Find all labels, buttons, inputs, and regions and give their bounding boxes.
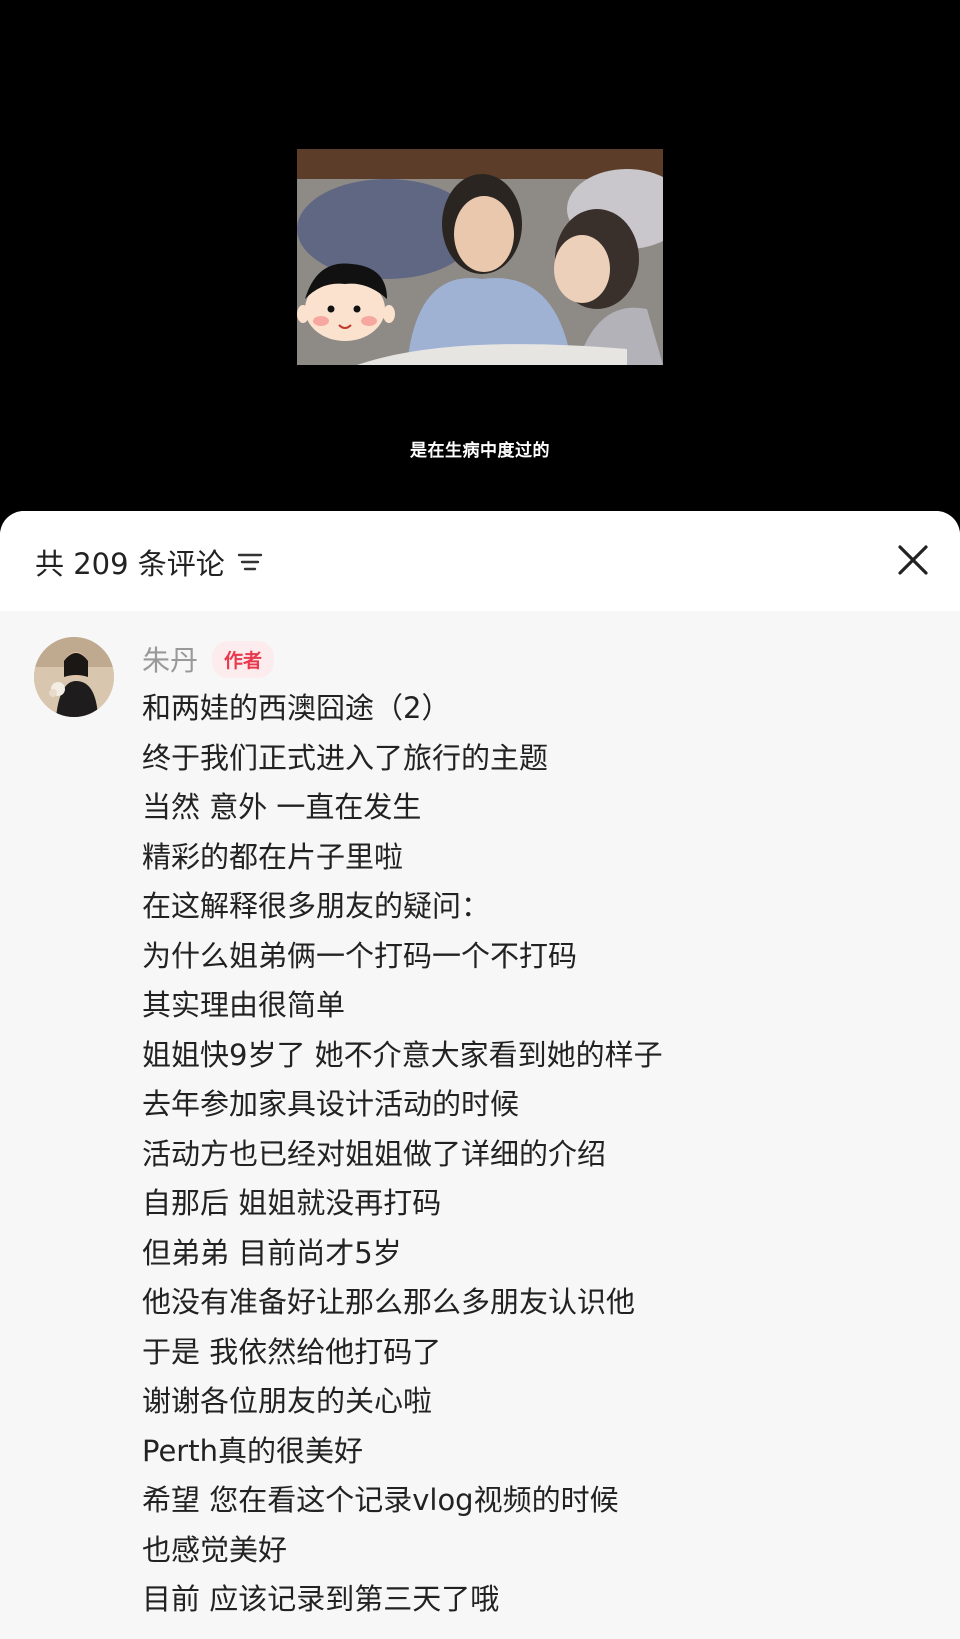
comment-text-line: 终于我们正式进入了旅行的主题 xyxy=(142,740,549,775)
video-subtitle: 是在生病中度过的 xyxy=(410,441,550,461)
sort-lines-icon xyxy=(237,553,262,571)
comment-text-line: 目前 应该记录到第三天了哦 xyxy=(142,1582,500,1616)
comment-count-sort-control[interactable]: 共 209 条评论 xyxy=(35,541,263,583)
comment-text-line: 姐姐快9岁了 她不介意大家看到她的样子 xyxy=(142,1037,663,1072)
comment-text-line: 和两娃的西澳囧途（2） xyxy=(142,691,451,725)
comment-text-line: 希望 您在看这个记录vlog视频的时候 xyxy=(142,1483,619,1517)
avatar[interactable] xyxy=(34,637,114,717)
comment-item: 朱丹 作者 和两娃的西澳囧途（2） 终于我们正式进入了旅行的主题 当然 意外 一直在… xyxy=(0,611,960,1625)
comment-text-line: 当然 意外 一直在发生 xyxy=(142,790,422,824)
comments-sheet: 共 209 条评论 朱丹 作者 和两娃的西澳囧途（2） 终于我们正式进入了旅行的… xyxy=(0,511,960,1639)
comment-body: 和两娃的西澳囧途（2） 终于我们正式进入了旅行的主题 当然 意外 一直在发生 精彩的都… xyxy=(142,684,960,1625)
comment-text-line: 其实理由很简单 xyxy=(142,988,346,1022)
comment-text-line: Perth真的很美好 xyxy=(142,1433,363,1468)
author-badge: 作者 xyxy=(212,640,275,678)
comment-text-line: 他没有准备好让那么那么多朋友认识他 xyxy=(142,1285,636,1319)
video-thumbnail-image xyxy=(297,149,663,365)
comment-text-line: 去年参加家具设计活动的时候 xyxy=(142,1087,520,1121)
comments-header: 共 209 条评论 xyxy=(0,511,960,611)
comment-text-line: 于是 我依然给他打码了 xyxy=(142,1334,442,1369)
comment-text-line: 在这解释很多朋友的疑问： xyxy=(142,889,491,923)
comment-count-label: 共 209 条评论 xyxy=(35,547,225,581)
comment-text-line: 自那后 姐姐就没再打码 xyxy=(142,1186,442,1220)
video-frame[interactable] xyxy=(297,149,663,365)
comment-author-row: 朱丹 作者 xyxy=(142,637,960,681)
comment-text-line: 活动方也已经对姐姐做了详细的介绍 xyxy=(142,1136,607,1171)
comment-text-line: 但弟弟 目前尚才5岁 xyxy=(142,1235,402,1270)
author-avatar-image xyxy=(34,637,114,717)
comment-text-line: 精彩的都在片子里啦 xyxy=(142,839,404,874)
comment-text-line: 为什么姐弟俩一个打码一个不打码 xyxy=(142,938,578,973)
author-name[interactable]: 朱丹 xyxy=(142,639,198,679)
screen: 是在生病中度过的 共 209 条评论 朱丹 作者 和两娃的西澳囧途（2） 终于我… xyxy=(0,0,960,1639)
video-player[interactable]: 是在生病中度过的 xyxy=(0,0,960,530)
comment-text-line: 谢谢各位朋友的关心啦 xyxy=(142,1384,433,1418)
comment-text-line: 也感觉美好 xyxy=(142,1532,288,1567)
close-icon[interactable] xyxy=(894,541,932,579)
